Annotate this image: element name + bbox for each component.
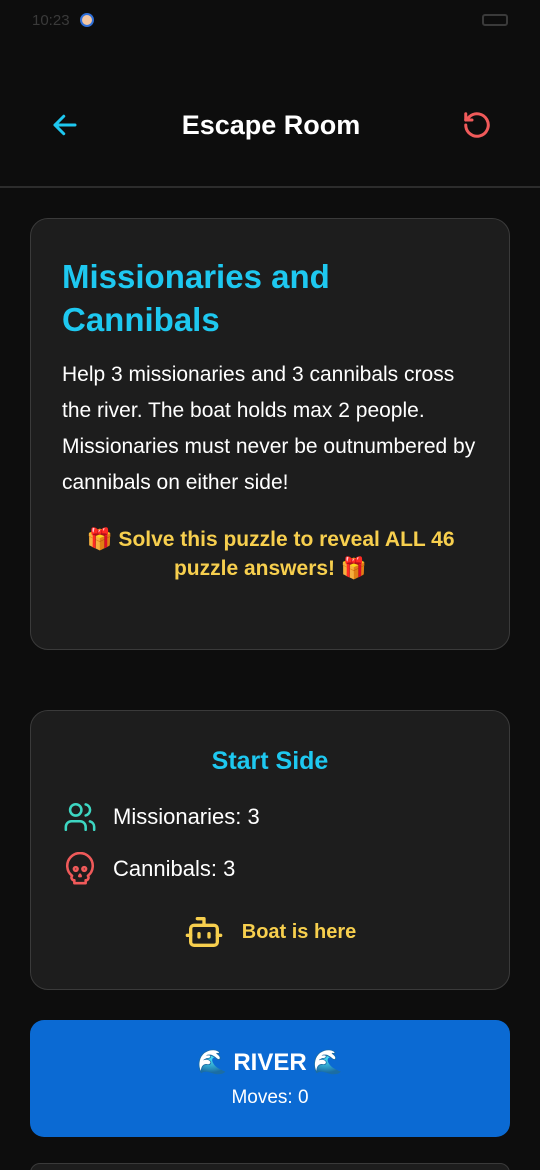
- cannibals-row[interactable]: Cannibals: 3: [31, 852, 509, 886]
- bot-icon: [185, 917, 223, 947]
- arrow-left-icon: [53, 114, 77, 136]
- battery-icon: [482, 14, 508, 26]
- missionaries-row[interactable]: Missionaries: 3: [31, 800, 509, 834]
- puzzle-description: Help 3 missionaries and 3 cannibals cros…: [62, 363, 476, 494]
- river-label: RIVER: [233, 1048, 307, 1076]
- start-side-card[interactable]: Start Side Missionaries: 3 Cannibals: 3: [30, 710, 510, 990]
- rotate-ccw-icon: [464, 112, 490, 138]
- skull-icon: [65, 852, 95, 885]
- avatar-notification-icon: [79, 13, 94, 27]
- app-bar: Escape Room: [0, 70, 540, 180]
- page-title: Escape Room: [181, 109, 361, 140]
- river-crossing-button[interactable]: 🌊 RIVER 🌊 Moves: 0: [30, 1020, 510, 1137]
- missionaries-count: Missionaries: 3: [113, 804, 260, 829]
- moves-counter: Moves: 0: [231, 1087, 309, 1108]
- wave-icon: 🌊: [312, 1049, 343, 1076]
- start-side-title: Start Side: [211, 747, 329, 775]
- status-right: [482, 14, 508, 26]
- status-left: 10:23: [32, 12, 94, 29]
- back-button[interactable]: [48, 108, 82, 142]
- wave-icon: 🌊: [197, 1049, 228, 1076]
- cannibals-count: Cannibals: 3: [113, 856, 236, 881]
- river-label-row: 🌊 RIVER 🌊: [197, 1048, 342, 1077]
- puzzle-title: Missionaries and Cannibals: [62, 258, 330, 338]
- puzzle-intro-card: Missionaries and Cannibals Help 3 missio…: [30, 218, 510, 650]
- end-side-card: [30, 1163, 510, 1170]
- boat-status: Boat is here: [241, 920, 357, 943]
- header-divider: [0, 186, 540, 188]
- boat-indicator: Boat is here: [31, 912, 509, 952]
- status-bar: 10:23: [0, 0, 540, 40]
- status-time: 10:23: [32, 11, 70, 29]
- reward-note: 🎁 Solve this puzzle to reveal ALL 46 puz…: [86, 528, 455, 580]
- reset-button[interactable]: [460, 108, 494, 142]
- users-icon: [64, 802, 96, 832]
